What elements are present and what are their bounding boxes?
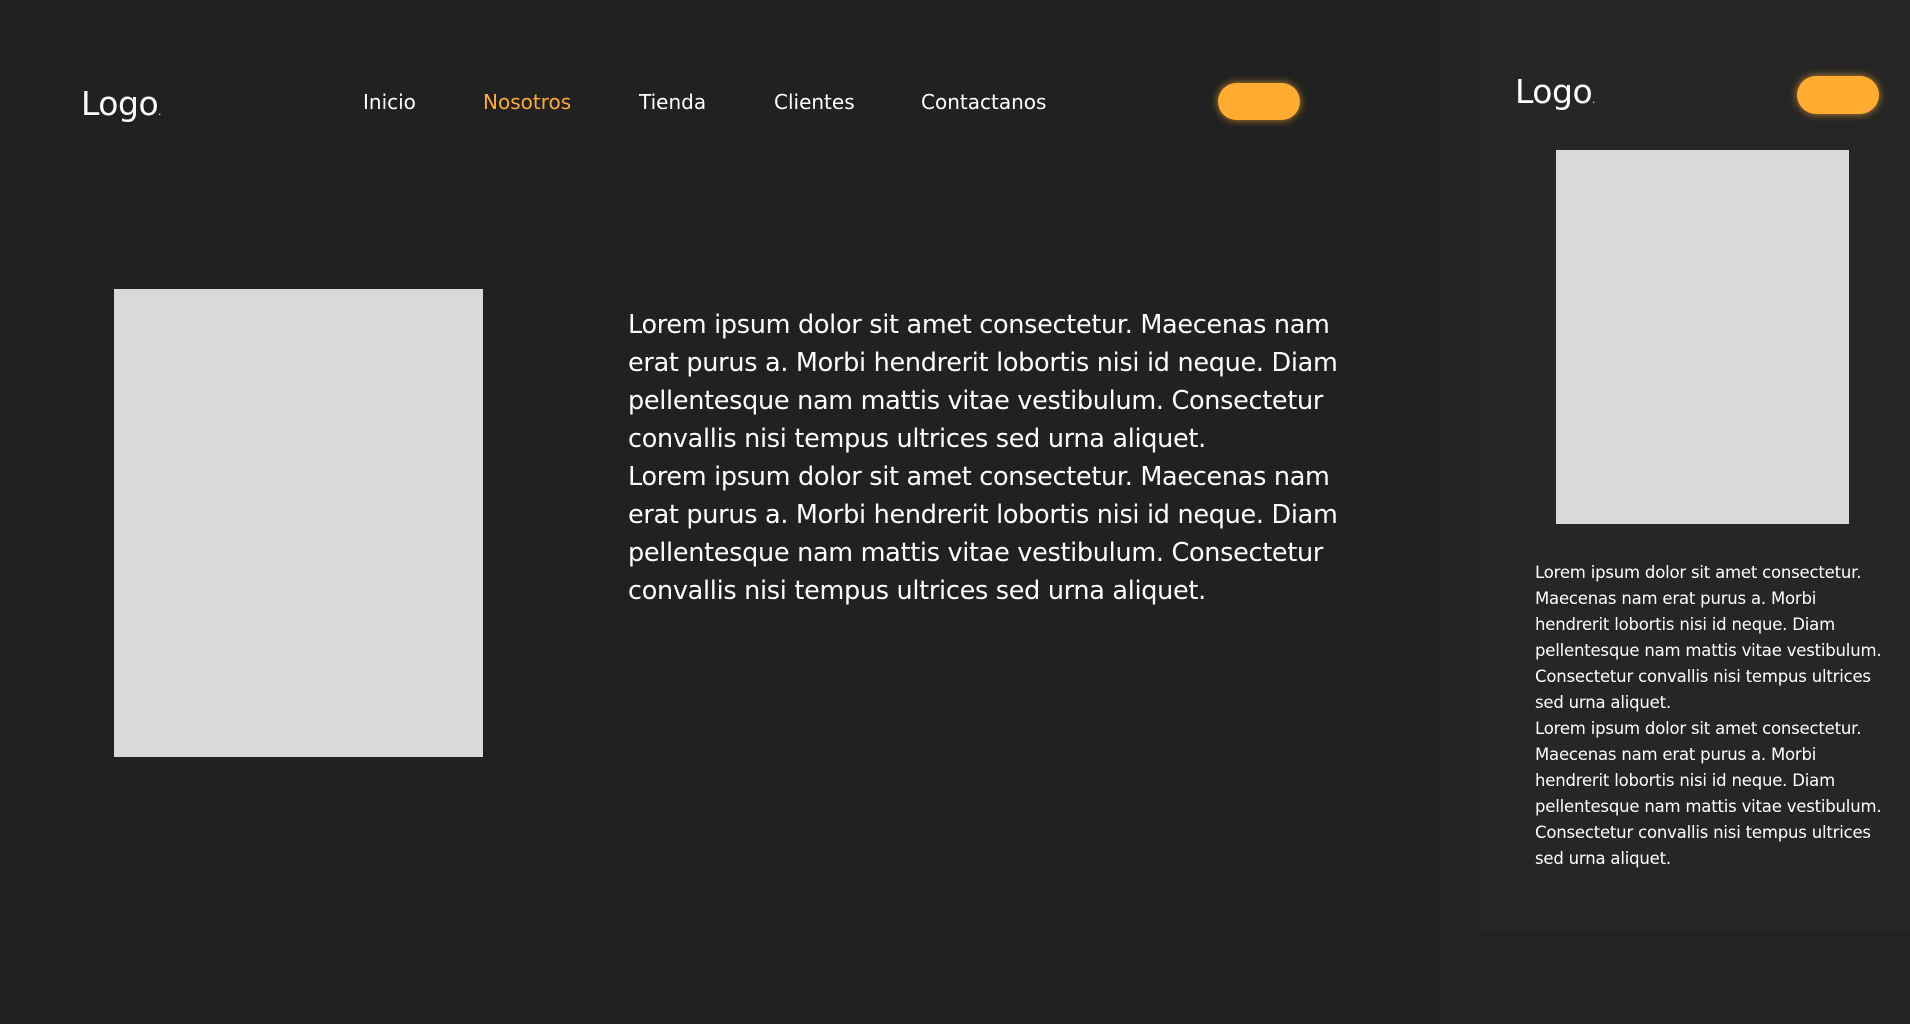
logo[interactable]: Logo. (81, 84, 161, 123)
mobile-cta-button[interactable] (1797, 76, 1879, 114)
cta-button[interactable] (1218, 83, 1300, 120)
canvas: Logo. Inicio Nosotros Tienda Clientes Co… (0, 0, 1910, 1024)
mobile-about-paragraph: Lorem ipsum dolor sit amet consectetur. … (1535, 563, 1882, 712)
desktop-frame: Logo. Inicio Nosotros Tienda Clientes Co… (0, 0, 1440, 1024)
mobile-about-text: Lorem ipsum dolor sit amet consectetur. … (1535, 560, 1887, 872)
about-text: Lorem ipsum dolor sit amet consectetur. … (628, 306, 1348, 610)
nav-item-contactanos[interactable]: Contactanos (921, 90, 1046, 114)
logo-text: Logo (81, 84, 159, 123)
image-placeholder (114, 289, 483, 757)
mobile-logo-text: Logo (1515, 72, 1593, 111)
nav-item-nosotros[interactable]: Nosotros (483, 90, 571, 114)
logo-dot: . (158, 107, 161, 118)
mobile-logo-dot: . (1592, 95, 1595, 106)
nav-item-clientes[interactable]: Clientes (774, 90, 855, 114)
mobile-frame: Logo. Lorem ipsum dolor sit amet consect… (1480, 0, 1910, 932)
mobile-logo[interactable]: Logo. (1515, 72, 1595, 111)
nav-item-tienda[interactable]: Tienda (639, 90, 706, 114)
about-paragraph: Lorem ipsum dolor sit amet consectetur. … (628, 462, 1338, 606)
nav-item-inicio[interactable]: Inicio (363, 90, 416, 114)
about-paragraph: Lorem ipsum dolor sit amet consectetur. … (628, 310, 1338, 454)
mobile-about-paragraph: Lorem ipsum dolor sit amet consectetur. … (1535, 719, 1882, 868)
mobile-image-placeholder (1556, 150, 1849, 524)
